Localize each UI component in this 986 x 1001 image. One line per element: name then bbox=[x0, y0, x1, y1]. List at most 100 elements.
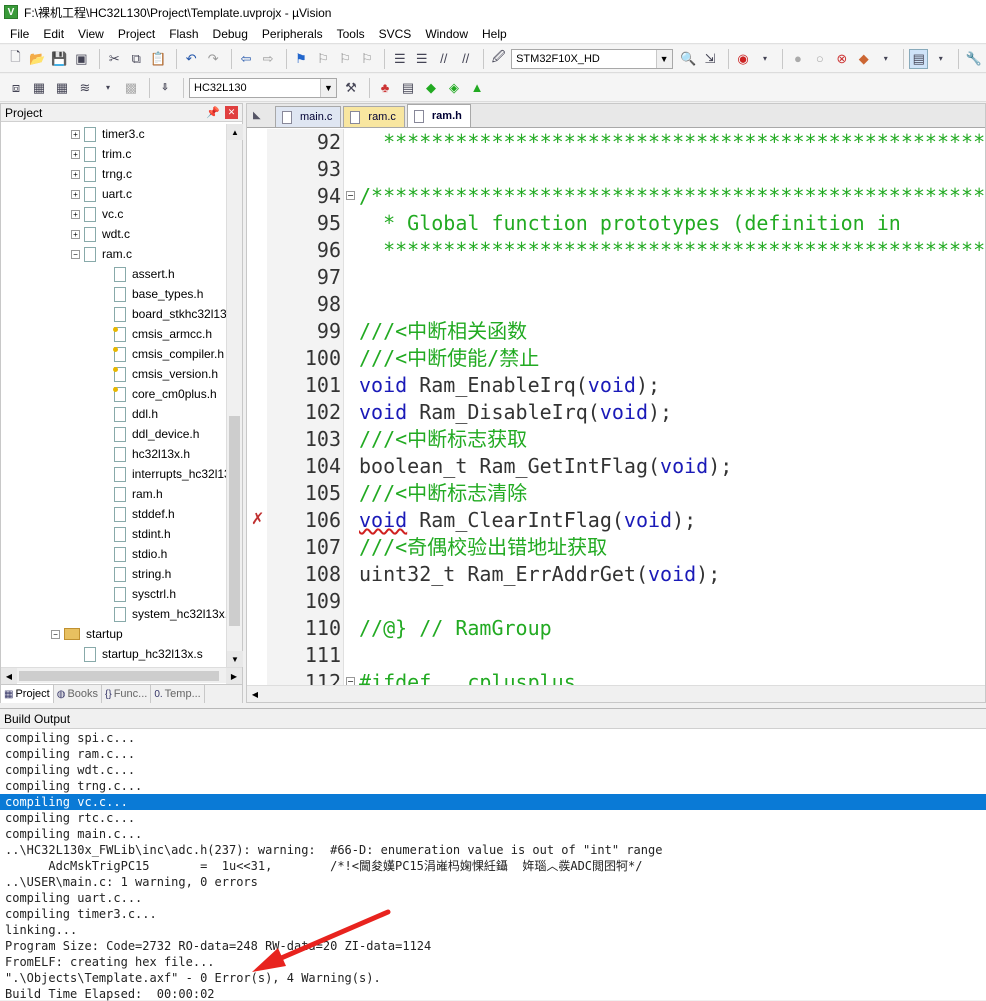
build-output-line[interactable]: linking... bbox=[0, 922, 986, 938]
find-in-files-icon[interactable]: 🖉 bbox=[489, 49, 508, 69]
code-line[interactable]: 103 ///<中断标志获取 bbox=[247, 426, 985, 453]
tab-functions[interactable]: {} Func... bbox=[102, 685, 152, 703]
fold-collapse-icon[interactable]: − bbox=[346, 191, 355, 200]
chevron-down-icon[interactable]: ▼ bbox=[320, 78, 336, 97]
pin-icon[interactable]: 📌 bbox=[206, 106, 220, 119]
translate-icon[interactable]: ⧈ bbox=[6, 78, 26, 98]
menu-help[interactable]: Help bbox=[476, 27, 515, 41]
build-output-line[interactable]: compiling vc.c... bbox=[0, 794, 986, 810]
code-line[interactable]: 97 bbox=[247, 264, 985, 291]
batch-build-icon[interactable]: ≋ bbox=[75, 78, 95, 98]
tree-item[interactable]: stdint.h bbox=[114, 524, 171, 544]
build-output-line[interactable]: compiling timer3.c... bbox=[0, 906, 986, 922]
build-output-text[interactable]: compiling spi.c... compiling ram.c... comp… bbox=[0, 730, 986, 1001]
select-packs-icon[interactable]: ▤ bbox=[398, 78, 418, 98]
code-line[interactable]: 100 ///<中断使能/禁止 bbox=[247, 345, 985, 372]
save-icon[interactable]: 💾 bbox=[50, 49, 69, 69]
next-bookmark-icon[interactable]: ⚐ bbox=[335, 49, 354, 69]
build-output-line[interactable]: compiling main.c... bbox=[0, 826, 986, 842]
code-line[interactable]: 111 bbox=[247, 642, 985, 669]
paste-icon[interactable]: 📋 bbox=[149, 49, 168, 69]
menu-edit[interactable]: Edit bbox=[37, 27, 72, 41]
build-output-line[interactable]: Build Time Elapsed: 00:00:02 bbox=[0, 986, 986, 1001]
scroll-right-icon[interactable]: ▶ bbox=[226, 668, 242, 684]
tree-item[interactable]: system_hc32l13x.h bbox=[114, 604, 226, 624]
expand-icon[interactable]: + bbox=[71, 169, 80, 179]
build-output-line[interactable]: compiling uart.c... bbox=[0, 890, 986, 906]
code-area[interactable]: 92 *************************************… bbox=[247, 129, 985, 685]
tree-vertical-scrollbar[interactable]: ▲ ▼ bbox=[226, 124, 243, 667]
code-line[interactable]: 92 *************************************… bbox=[247, 129, 985, 156]
collapse-icon[interactable]: − bbox=[51, 629, 60, 639]
menu-project[interactable]: Project bbox=[112, 27, 163, 41]
pack-installer-icon[interactable]: ◈ bbox=[444, 78, 464, 98]
build-output-line[interactable]: compiling spi.c... bbox=[0, 730, 986, 746]
tab-books[interactable]: ◍ Books bbox=[54, 685, 103, 703]
tree-item[interactable]: startup_hc32l13x.s bbox=[84, 644, 203, 664]
editor-horizontal-scrollbar[interactable]: ◀ bbox=[247, 685, 985, 702]
code-line[interactable]: 96 *************************************… bbox=[247, 237, 985, 264]
window-layout-icon[interactable]: ▤ bbox=[909, 48, 929, 69]
menu-view[interactable]: View bbox=[72, 27, 112, 41]
new-file-icon[interactable]: 🗋 bbox=[6, 49, 25, 69]
tree-item[interactable]: stdio.h bbox=[114, 544, 167, 564]
tree-horizontal-scrollbar[interactable]: ◀ ▶ bbox=[1, 667, 242, 684]
scroll-left-icon[interactable]: ◀ bbox=[247, 686, 263, 702]
tree-item[interactable]: assert.h bbox=[114, 264, 175, 284]
incremental-find-icon[interactable]: ⇲ bbox=[701, 49, 720, 69]
kill-breakpoints-icon[interactable]: ⊗ bbox=[832, 49, 851, 69]
scroll-left-icon[interactable]: ◀ bbox=[1, 668, 17, 684]
build-output-line[interactable]: ..\HC32L130x_FWLib\inc\adc.h(237): warni… bbox=[0, 842, 986, 858]
prev-bookmark-icon[interactable]: ⚐ bbox=[313, 49, 332, 69]
menu-peripherals[interactable]: Peripherals bbox=[256, 27, 331, 41]
tab-templates[interactable]: 0. Temp... bbox=[151, 685, 205, 703]
bookmark-icon[interactable]: ⚑ bbox=[291, 49, 310, 69]
redo-icon[interactable]: ↷ bbox=[204, 49, 223, 69]
tree-item[interactable]: interrupts_hc32l13 bbox=[114, 464, 226, 484]
build-output-line[interactable]: compiling wdt.c... bbox=[0, 762, 986, 778]
copy-icon[interactable]: ⧉ bbox=[127, 49, 146, 69]
manage-components-icon[interactable]: ♣ bbox=[375, 78, 395, 98]
tree-item[interactable]: ddl_device.h bbox=[114, 424, 199, 444]
cut-icon[interactable]: ✂ bbox=[105, 49, 124, 69]
build-output-line[interactable]: FromELF: creating hex file... bbox=[0, 954, 986, 970]
close-icon[interactable]: ✕ bbox=[225, 106, 238, 119]
target-options-icon[interactable]: ⚒ bbox=[341, 78, 361, 98]
tree-item[interactable]: + trim.c bbox=[71, 144, 131, 164]
expand-icon[interactable]: + bbox=[71, 129, 80, 139]
run-time-env-icon[interactable]: ▲ bbox=[467, 78, 487, 98]
download-icon[interactable]: ⇩ bbox=[155, 78, 175, 98]
unindent-icon[interactable]: ☰ bbox=[412, 49, 431, 69]
build-icon[interactable]: ▦ bbox=[29, 78, 49, 98]
tab-project[interactable]: ▦ Project bbox=[1, 685, 54, 703]
code-line[interactable]: 99 ///<中断相关函数 bbox=[247, 318, 985, 345]
build-output-line[interactable]: compiling ram.c... bbox=[0, 746, 986, 762]
tree-item[interactable]: cmsis_armcc.h bbox=[113, 324, 212, 344]
build-output-line[interactable]: AdcMskTrigPC15 = 1u<<31, /*!<閫夋嫨PC15涓嶉杩婅… bbox=[0, 858, 986, 874]
target-combo[interactable]: HC32L130 ▼ bbox=[189, 77, 337, 98]
tab-ram-c[interactable]: ram.c bbox=[343, 106, 405, 127]
stop-build-icon[interactable]: ▩ bbox=[121, 78, 141, 98]
tree-item[interactable]: + vc.c bbox=[71, 204, 123, 224]
code-line[interactable]: 94−/************************************… bbox=[247, 183, 985, 210]
tree-item[interactable]: + timer3.c bbox=[71, 124, 145, 144]
code-line[interactable]: 95 * Global function prototypes (definit… bbox=[247, 210, 985, 237]
tree-item[interactable]: base_types.h bbox=[114, 284, 203, 304]
find-icon[interactable]: 🔍 bbox=[679, 49, 698, 69]
scroll-down-icon[interactable]: ▼ bbox=[227, 651, 243, 667]
debug-session-icon[interactable]: ◉ bbox=[734, 49, 753, 69]
code-line[interactable]: 107 ///<奇偶校验出错地址获取 bbox=[247, 534, 985, 561]
fold-collapse-icon[interactable]: − bbox=[346, 677, 355, 685]
menu-file[interactable]: File bbox=[4, 27, 37, 41]
config-icon[interactable]: ◆ bbox=[854, 49, 873, 69]
tree-item[interactable]: hc32l13x.h bbox=[114, 444, 190, 464]
expand-icon[interactable]: + bbox=[71, 229, 80, 239]
tree-item[interactable]: cmsis_compiler.h bbox=[113, 344, 224, 364]
code-line[interactable]: 98 bbox=[247, 291, 985, 318]
nav-back-icon[interactable]: ⇦ bbox=[237, 49, 256, 69]
uncomment-icon[interactable]: // bbox=[456, 49, 475, 69]
code-line[interactable]: 101 void Ram_EnableIrq(void); bbox=[247, 372, 985, 399]
build-output-line[interactable]: compiling trng.c... bbox=[0, 778, 986, 794]
tree-item[interactable]: stddef.h bbox=[114, 504, 175, 524]
tree-item[interactable]: ddl.h bbox=[114, 404, 158, 424]
